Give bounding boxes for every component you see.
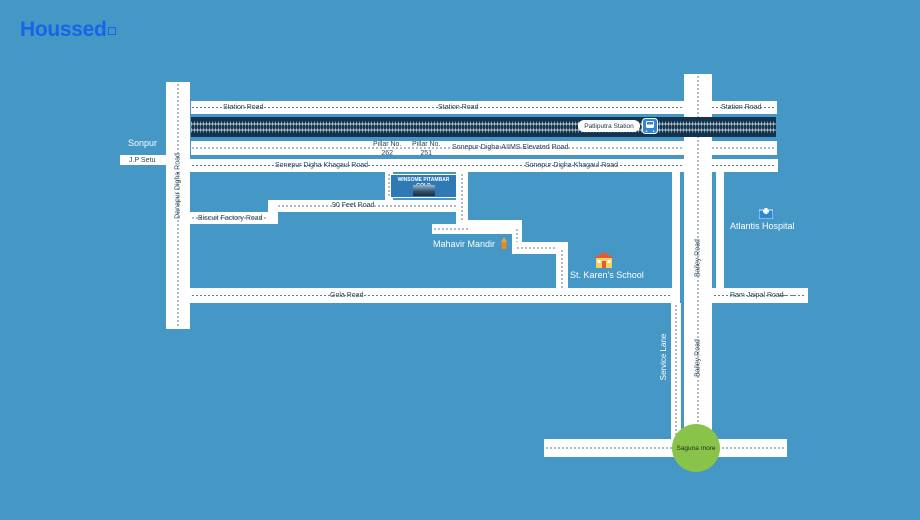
road-right-vertical — [716, 172, 724, 292]
location-map: Houssed Patliputra Station Station Road … — [0, 0, 920, 520]
station-label[interactable]: Patliputra Station — [578, 120, 640, 132]
saguna-more-landmark[interactable]: Saguna more — [672, 424, 720, 472]
label-ram-jaipal-road: Ram Jaipal Road — [730, 292, 784, 299]
project-site-marker[interactable]: WINSOME PITAMBAR GOLD — [390, 174, 457, 198]
label-biscuit-factory-road: Biscuit Factory Road — [198, 215, 263, 222]
label-khagaul-road-right: Sonepur Digha Khagaul Road — [525, 162, 619, 169]
label-pillar-262: Pillar No. 262 — [373, 141, 402, 157]
railway-track — [191, 117, 776, 137]
label-mahavir-mandir[interactable]: Mahavir Mandir — [433, 240, 495, 249]
label-elevated-road: Sonepur-Digha-AIIMS Elevated Road — [452, 144, 569, 151]
road-network — [120, 74, 808, 457]
school-icon — [594, 252, 614, 268]
road-side-vertical — [672, 172, 680, 303]
train-icon — [642, 118, 658, 134]
label-bailey-road-upper: Bailey Road — [694, 239, 702, 277]
label-pillar-251: Pillar No. 251 — [412, 141, 441, 157]
label-sonpur: Sonpur — [128, 138, 158, 148]
label-st-karens-school[interactable]: St. Karen's School — [570, 271, 644, 280]
hospital-icon — [759, 208, 773, 219]
temple-icon — [501, 237, 507, 249]
label-danapur-digha-road: Danapur Digha Road — [174, 153, 182, 219]
building-image — [413, 185, 435, 196]
label-bailey-road-lower: Bailey Road — [694, 339, 702, 377]
label-jp-setu: J.P Setu — [129, 157, 156, 164]
label-station-road-middle: Station Road — [438, 104, 479, 111]
label-station-road-right: Station Road — [721, 104, 762, 111]
label-atlantis-hospital[interactable]: Atlantis Hospital — [730, 222, 795, 231]
label-gola-road: Gola Road — [330, 292, 364, 299]
label-service-lane: Service Lane — [659, 333, 668, 381]
road-gola — [190, 288, 672, 303]
label-khagaul-road-left: Sonepur Digha Khagaul Road — [275, 162, 369, 169]
label-station-road-left: Station Road — [223, 104, 264, 111]
label-90-feet-road: 90 Feet Road — [332, 202, 375, 209]
label-saguna-more: Saguna more — [676, 444, 716, 452]
road-service-lane — [671, 303, 681, 440]
